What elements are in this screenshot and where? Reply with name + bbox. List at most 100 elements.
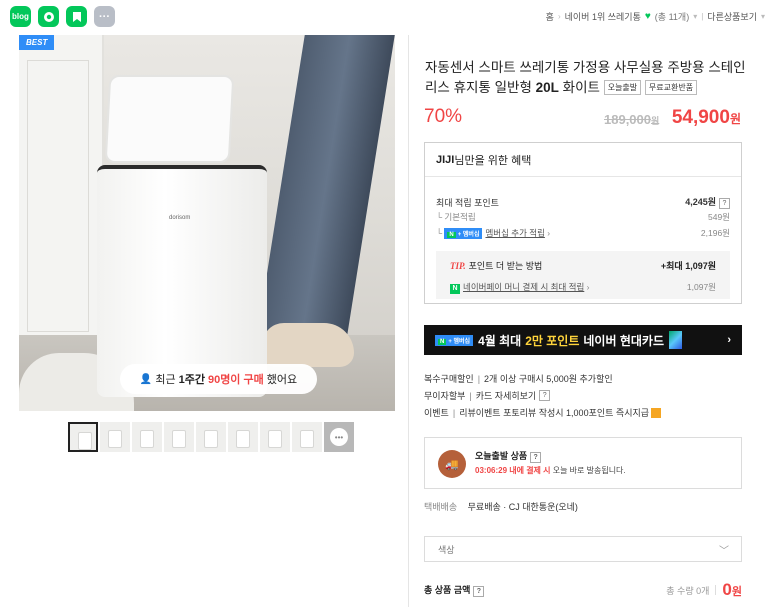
benefit-info-list: 복수구매할인 | 2개 이상 구매시 5,000원 추가할인 무이자할부 | 카드 … (424, 370, 662, 421)
help-icon[interactable]: ? (719, 198, 730, 209)
thumbnail-strip: ••• (68, 422, 354, 452)
max-points-value: 4,245원 (685, 197, 716, 207)
benefit-box: JIJI 님만을 위한 혜택 최대 적립 포인트 4,245원? └ 기본적립 … (424, 142, 742, 304)
breadcrumb: 홈 › 네이버 1위 쓰레기통 ♥ (총 11개) ▾ | 다른상품보기 ▾ (546, 10, 765, 23)
total-label: 총 상품 금액? (424, 583, 485, 597)
npay-value: 1,097원 (686, 282, 716, 292)
max-points-label: 최대 적립 포인트 (436, 197, 499, 208)
caption-count: 90명이 구매 (207, 374, 264, 386)
thumbnail[interactable] (292, 422, 322, 452)
thumbnail[interactable] (100, 422, 130, 452)
benefit-user: JIJI (436, 153, 455, 166)
max-points-row: 최대 적립 포인트 4,245원? (436, 195, 730, 209)
truck-icon: 🚚 (438, 450, 466, 478)
multi-buy-text: 2개 이상 구매시 5,000원 추가할인 (484, 374, 613, 384)
banner-text-b: 2만 포인트 (525, 333, 580, 348)
thumbnail[interactable] (260, 422, 290, 452)
free-return-tag: 무료교환반품 (644, 80, 698, 95)
basic-points-value: 549원 (707, 212, 730, 222)
divider: | (701, 12, 704, 21)
event-row: 이벤트 | 리뷰이벤트 포토리뷰 작성시 1,000포인트 즉시지급 (424, 404, 662, 421)
thumbnail[interactable] (196, 422, 226, 452)
top-bar: blog ··· 홈 › 네이버 1위 쓰레기통 ♥ (총 11개) ▾ | 다… (0, 0, 773, 33)
breadcrumb-count[interactable]: (총 11개) (655, 10, 689, 23)
sale-price: 54,900원 (671, 107, 741, 128)
recent-purchase-caption: 👤 최근 1주간 90명이 구매 했어요 (120, 364, 317, 394)
product-page: blog ··· 홈 › 네이버 1위 쓰레기통 ♥ (총 11개) ▾ | 다… (0, 0, 773, 607)
thumbnail[interactable] (68, 422, 98, 452)
color-option-select[interactable]: 색상 ﹀ (424, 536, 742, 562)
select-placeholder: 색상 (438, 544, 455, 555)
bookmark-share-icon[interactable] (66, 6, 87, 27)
cabinet-illustration (19, 35, 104, 345)
today-delivery-box: 🚚 오늘출발 상품? 03:06:29 내에 결제 시 오늘 바로 발송됩니다. (424, 437, 742, 489)
thumbnail[interactable] (164, 422, 194, 452)
installment-label: 무이자할부 (424, 391, 466, 401)
installment-row: 무이자할부 | 카드 자세히보기? (424, 387, 661, 404)
basic-points-label: 기본적립 (444, 212, 476, 222)
slipper-illustration (262, 323, 354, 367)
multi-buy-row: 복수구매할인 | 2개 이상 구매시 5,000원 추가할인 (424, 373, 613, 385)
credit-card-icon (669, 331, 683, 349)
chevron-right-icon: › (557, 12, 561, 21)
npay-link[interactable]: 네이버페이 머니 결제 시 최대 적립 (463, 282, 584, 292)
membership-points-value: 2,196원 (700, 228, 730, 238)
gift-icon (651, 407, 662, 418)
banner-text-a: 4월 최대 (478, 333, 522, 348)
membership-badge: N + 멤버십 (435, 334, 474, 346)
membership-points-link[interactable]: 멤버십 추가 적립 (485, 228, 544, 238)
share-icons: blog ··· (10, 6, 115, 27)
dropdown-icon[interactable]: ▾ (693, 12, 697, 21)
total-quantity: 총 수량 0개 (666, 585, 710, 596)
membership-badge: N + 멤버십 (444, 228, 483, 239)
tip-value: +최대 1,097원 (660, 261, 716, 271)
other-products-link[interactable]: 다른상품보기 (707, 10, 757, 23)
more-share-icon[interactable]: ··· (94, 6, 115, 27)
caption-week: 1주간 (178, 374, 205, 386)
npay-icon: N (450, 284, 460, 294)
caption-prefix: 최근 (155, 374, 176, 386)
help-icon[interactable]: ? (530, 452, 542, 463)
talk-share-icon[interactable] (38, 6, 59, 27)
tip-tag: TIP. (450, 261, 466, 271)
benefit-title: 님만을 위한 혜택 (454, 154, 532, 167)
trash-bin-body (97, 165, 267, 397)
best-badge: BEST (19, 35, 55, 50)
membership-points-row: └ N + 멤버십 멤버십 추가 적립 › 2,196원 (436, 228, 730, 239)
basic-points-row: └ 기본적립 549원 (436, 212, 730, 222)
thumbnail[interactable] (132, 422, 162, 452)
tip-box: TIP. 포인트 더 받는 방법 +최대 1,097원 N 네이버페이 머니 결제 … (436, 251, 730, 299)
tip-label: 포인트 더 받는 방법 (468, 261, 543, 271)
card-promo-banner[interactable]: N + 멤버십 4월 최대 2만 포인트 네이버 현대카드 › (424, 325, 742, 355)
total-price: 0원 (722, 580, 742, 599)
discount-rate: 70% (424, 106, 463, 127)
person-icon: 👤 (139, 373, 153, 385)
thumbnail[interactable] (228, 422, 258, 452)
delivery-deadline: 03:06:29 내에 결제 시 오늘 바로 발송됩니다. (475, 466, 626, 475)
help-icon[interactable]: ? (473, 586, 485, 597)
more-icon: ••• (330, 428, 348, 446)
title-color: 화이트 (562, 80, 600, 95)
benefit-header: JIJI 님만을 위한 혜택 (425, 143, 741, 177)
product-title: 자동센서 스마트 쓰레기통 가정용 사무실용 주방용 스테인리스 휴지통 일반형… (425, 58, 750, 98)
chevron-right-icon: › (727, 334, 731, 346)
total-price-row: 총 상품 금액? 총 수량 0개 0원 (424, 580, 742, 600)
main-product-image[interactable]: dorisom BEST 👤 최근 1주간 90명이 구매 했어요 (19, 35, 395, 411)
breadcrumb-home[interactable]: 홈 (546, 10, 554, 23)
event-text[interactable]: 리뷰이벤트 포토리뷰 작성시 1,000포인트 즉시지급 (459, 406, 649, 419)
bin-brand-print: dorisom (169, 215, 191, 221)
more-thumbnails-button[interactable]: ••• (324, 422, 354, 452)
installment-link[interactable]: 카드 자세히보기 (476, 389, 536, 402)
original-price: 189,000원 (604, 112, 660, 127)
leg-illustration (257, 35, 395, 335)
breadcrumb-ranking[interactable]: 네이버 1위 쓰레기통 (565, 10, 641, 23)
chevron-down-icon: ▾ (760, 12, 765, 21)
chevron-down-icon: ﹀ (719, 545, 729, 557)
event-label: 이벤트 (424, 408, 449, 418)
heart-icon: ♥ (644, 11, 651, 22)
blog-share-icon[interactable]: blog (10, 6, 31, 27)
panel-divider (408, 35, 409, 607)
shipping-label: 택배배송 (424, 502, 458, 512)
caption-suffix: 했어요 (266, 374, 298, 386)
help-icon[interactable]: ? (539, 390, 551, 401)
